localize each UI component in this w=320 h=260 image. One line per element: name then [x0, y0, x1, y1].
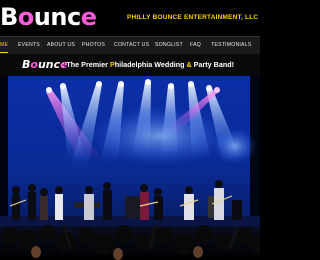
stage-scene — [0, 76, 260, 260]
stage-haze-right — [213, 128, 257, 164]
band-on-stage-photo — [0, 76, 260, 260]
nav-item-testimonials[interactable]: TESTIMONIALS — [211, 37, 251, 54]
nav-item-about-us[interactable]: ABOUT US — [47, 37, 75, 54]
tagline-text-1: : The Premier — [62, 60, 110, 69]
stage-haze — [90, 106, 230, 166]
site-logo[interactable]: Bounce — [0, 2, 97, 32]
company-name: PHILLY BOUNCE ENTERTAINMENT, LLC — [127, 14, 259, 21]
site-header: Bounce PHILLY BOUNCE ENTERTAINMENT, LLC — [0, 0, 260, 36]
tagline-brand-unc: unc — [37, 58, 61, 71]
nav-item-events[interactable]: EVENTS — [18, 37, 40, 54]
logo-letters-unc: unc — [33, 3, 81, 31]
nav-item-faq[interactable]: FAQ — [190, 37, 201, 54]
tagline-text-2: hiladelphia Wedding — [114, 60, 187, 69]
nav-item-contact-us[interactable]: CONTACT US — [114, 37, 149, 54]
logo-letter-e: e — [80, 3, 97, 31]
tagline-text-3: Party Band! — [191, 60, 235, 69]
tagline-text: : The Premier Philadelphia Wedding & Par… — [62, 60, 234, 70]
nav-item-home[interactable]: ME — [0, 37, 9, 54]
crowd — [0, 224, 260, 260]
tagline-brand-o: o — [30, 58, 38, 71]
logo-letter-b: B — [0, 3, 18, 31]
tagline-brand: Bounce — [22, 58, 68, 72]
logo-letter-o: o — [17, 3, 35, 31]
nav-item-songlist[interactable]: SONGLIST — [155, 37, 183, 54]
nav-item-photos[interactable]: PHOTOS — [82, 37, 105, 54]
main-nav: ME EVENTS ABOUT US PHOTOS CONTACT US SON… — [0, 36, 260, 55]
tagline-banner: Bounce : The Premier Philadelphia Weddin… — [0, 54, 260, 76]
